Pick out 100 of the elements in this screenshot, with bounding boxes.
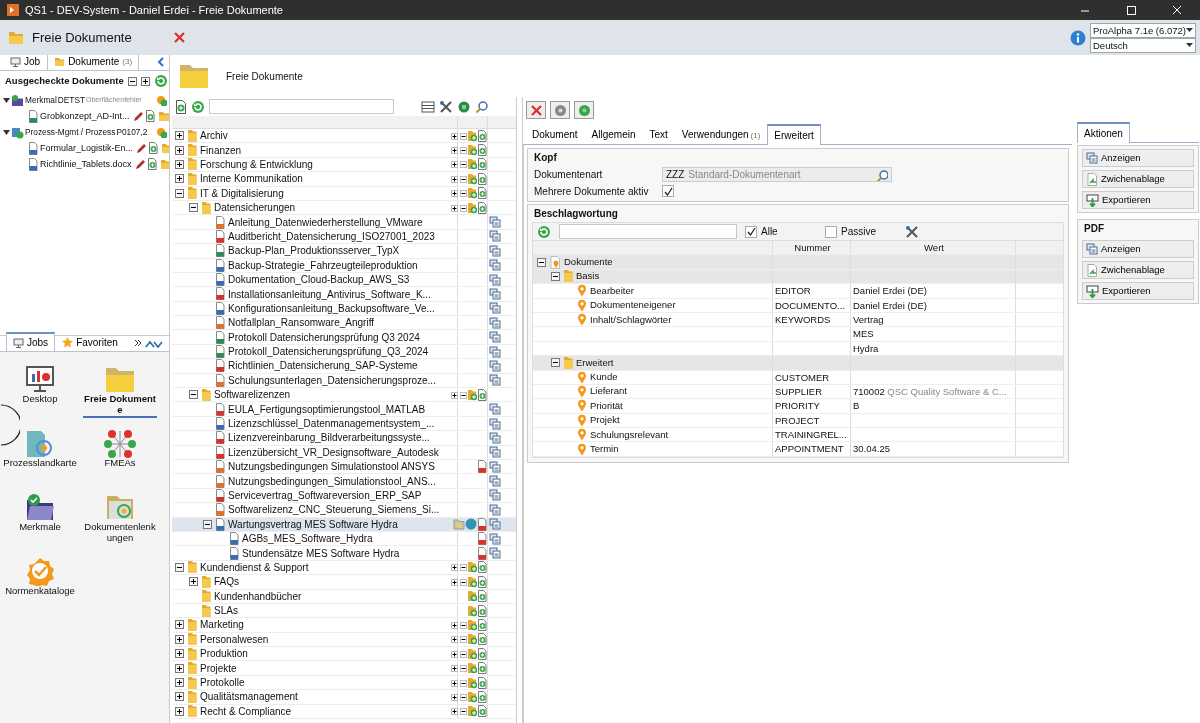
document-label[interactable]: Anleitung_Datenwiederherstellung_VMware xyxy=(228,215,423,229)
keyword-label[interactable]: Bearbeiter xyxy=(590,283,634,298)
document-label[interactable]: Backup-Strategie_Fahrzeugteileproduktion xyxy=(228,258,418,272)
folder-label[interactable]: Kundendienst & Support xyxy=(200,560,309,575)
job-label[interactable]: Normenkataloge xyxy=(3,586,77,597)
keyword-label[interactable]: Dokumenteneigener xyxy=(590,298,676,313)
action-button[interactable]: Anzeigen xyxy=(1082,149,1194,167)
column-header: Wert xyxy=(851,241,1016,255)
keyword-value: Daniel Erdei (DE) xyxy=(853,299,927,311)
document-label[interactable]: Protokoll_Datensicherungsprüfung_Q3_2024 xyxy=(228,344,429,359)
keyword-label[interactable]: Projekt xyxy=(590,413,620,428)
document-label[interactable]: Servicevertrag_Softwareversion_ERP_SAP xyxy=(228,488,422,503)
job-label[interactable]: Merkmale xyxy=(3,522,77,533)
item-code: DETST xyxy=(57,94,85,107)
field-label: Mehrere Dokumente aktiv xyxy=(534,184,650,199)
folder-label[interactable]: Archiv xyxy=(200,129,228,143)
job-label[interactable]: Freie Dokumente xyxy=(83,394,157,418)
action-button[interactable]: Zwichenablage xyxy=(1082,170,1194,188)
folder-label[interactable]: Produktion xyxy=(200,647,248,661)
keyword-label[interactable]: Priorität xyxy=(590,398,623,414)
folder-label[interactable]: Forschung & Entwicklung xyxy=(200,157,313,172)
document-label[interactable]: Auditbericht_Datensicherung_ISO27001_2023 xyxy=(228,229,435,244)
document-label[interactable]: EULA_Fertigungsoptimierungstool_MATLAB xyxy=(228,402,426,416)
action-button[interactable]: Exportieren xyxy=(1082,282,1194,300)
keyword-value: Daniel Erdei (DE) xyxy=(853,285,927,297)
folder-label[interactable]: Protokolle xyxy=(200,675,245,690)
document-type-field[interactable]: ZZZ Standard-Dokumentenart xyxy=(662,167,892,182)
keyword-value: Hydra xyxy=(853,342,879,354)
section-title: Ausgecheckte Dokumente xyxy=(5,74,124,88)
folder-label[interactable]: Softwarelizenzen xyxy=(214,388,291,402)
checkbox-label: Alle xyxy=(761,225,778,239)
action-button[interactable]: Exportieren xyxy=(1082,191,1194,209)
folder-label[interactable]: Kundenhandbücher xyxy=(214,589,302,603)
item-code: P0107,2 xyxy=(116,126,148,139)
document-label[interactable]: Lizenzübersicht_VR_Designsoftware_Autodesk xyxy=(228,445,439,459)
document-label[interactable]: Formular_Logistik-En... xyxy=(40,141,134,155)
document-label[interactable]: Softwarelizenz_CNC_Steuerung_Siemens_Si... xyxy=(228,503,440,517)
document-label[interactable]: Dokumentation_Cloud-Backup_AWS_S3 xyxy=(228,272,410,287)
folder-label[interactable]: Marketing xyxy=(200,618,244,632)
action-button[interactable]: Zwichenablage xyxy=(1082,261,1194,279)
keyword-number: DOCUMENTO... xyxy=(775,299,846,311)
group-title: Beschlagwortung xyxy=(533,207,619,221)
folder-label[interactable]: IT & Digitalisierung xyxy=(200,186,284,200)
document-label[interactable]: Schulungsunterlagen_Datensicherungsproze... xyxy=(228,373,436,388)
group-title: PDF xyxy=(1083,222,1105,236)
tab[interactable]: Text xyxy=(642,124,675,144)
version-select[interactable]: ProAlpha 7.1e (6.072) xyxy=(1090,22,1196,38)
document-label[interactable]: Nutzungsbedingungen_Simulationstool_ANS... xyxy=(228,474,436,488)
keyword-label[interactable]: Termin xyxy=(590,442,619,457)
keyword-label[interactable]: Inhalt/Schlagwörter xyxy=(590,312,672,327)
folder-label[interactable]: FAQs xyxy=(214,575,239,589)
keyword-value: MES xyxy=(853,328,874,340)
action-button[interactable]: Anzeigen xyxy=(1082,240,1194,258)
folder-label[interactable]: Datensicherungen xyxy=(214,200,296,215)
document-label[interactable]: Nutzungsbedingungen Simulationstool ANSYS xyxy=(228,460,435,474)
folder-label[interactable]: Interne Kommunikation xyxy=(200,172,303,186)
document-label[interactable]: Notfallplan_Ransomware_Angriff xyxy=(228,316,374,330)
keyword-number: KEYWORDS xyxy=(775,313,831,325)
job-label[interactable]: Desktop xyxy=(3,394,77,405)
document-label[interactable]: AGBs_MES_Software_Hydra xyxy=(242,531,373,546)
folder-label[interactable]: Qualitätsmanagement xyxy=(200,690,298,704)
tab[interactable]: Favoriten xyxy=(55,333,125,351)
document-label[interactable]: Richtlinie_Tablets.docx xyxy=(40,157,132,171)
value-note: QSC Quality Software & C... xyxy=(887,385,1007,397)
keyword-label[interactable]: Schulungsrelevant xyxy=(590,427,669,442)
document-label[interactable]: Protokoll Datensicherungsprüfung Q3 2024 xyxy=(228,330,420,344)
document-label[interactable]: Backup-Plan_Produktionsserver_TypX xyxy=(228,244,400,258)
document-label[interactable]: Lizenzschlüssel_Datenmanagementsystem_... xyxy=(228,416,435,431)
document-label[interactable]: Richtlinien_Datensicherung_SAP-Systeme xyxy=(228,359,418,373)
keyword-label[interactable]: Kunde xyxy=(590,370,618,385)
document-label[interactable]: Stundensätze MES Software Hydra xyxy=(242,546,400,560)
document-label[interactable]: Konfigurationsanleitung_Backupsoftware_Ve... xyxy=(228,301,435,316)
folder-label[interactable]: Projekte xyxy=(200,661,237,675)
tab[interactable]: Aktionen xyxy=(1077,122,1130,143)
tab[interactable]: Dokument xyxy=(525,124,585,144)
panel-title: Freie Dokumente xyxy=(32,28,132,47)
tab[interactable]: Erweitert xyxy=(767,124,821,145)
keyword-value: Vertrag xyxy=(853,313,884,325)
item-label: Merkmal xyxy=(25,94,57,107)
job-label[interactable]: Dokumentenlenkungen xyxy=(83,522,157,544)
tab[interactable]: Dokumente (3) xyxy=(47,55,140,70)
job-label[interactable]: Prozesslandkarte xyxy=(3,458,77,469)
document-label[interactable]: Lizenzvereinbarung_Bildverarbeitungssyste... xyxy=(228,431,430,445)
folder-label[interactable]: Recht & Compliance xyxy=(200,704,292,718)
folder-label[interactable]: Personalwesen xyxy=(200,632,269,647)
keyword-number: CUSTOMER xyxy=(775,371,830,383)
keyword-label[interactable]: Lieferant xyxy=(590,384,627,399)
tab[interactable]: Jobs xyxy=(6,332,56,351)
document-label[interactable]: Grobkonzept_AD-Int... xyxy=(40,109,130,123)
document-label[interactable]: Installationsanleitung_Antivirus_Software_K... xyxy=(228,287,431,301)
keyword-number: EDITOR xyxy=(775,285,811,297)
page-title: Freie Dokumente xyxy=(226,69,303,84)
tab[interactable]: Allgemein xyxy=(584,124,643,144)
tab[interactable]: Verwendungen (1) xyxy=(674,124,768,144)
folder-label[interactable]: SLAs xyxy=(214,603,238,618)
keyword-value: B xyxy=(853,400,860,412)
tab[interactable]: Job xyxy=(3,55,48,70)
folder-label[interactable]: Finanzen xyxy=(200,143,242,157)
job-label[interactable]: FMEAs xyxy=(83,458,157,469)
keyword-number: PRIORITY xyxy=(775,400,820,412)
